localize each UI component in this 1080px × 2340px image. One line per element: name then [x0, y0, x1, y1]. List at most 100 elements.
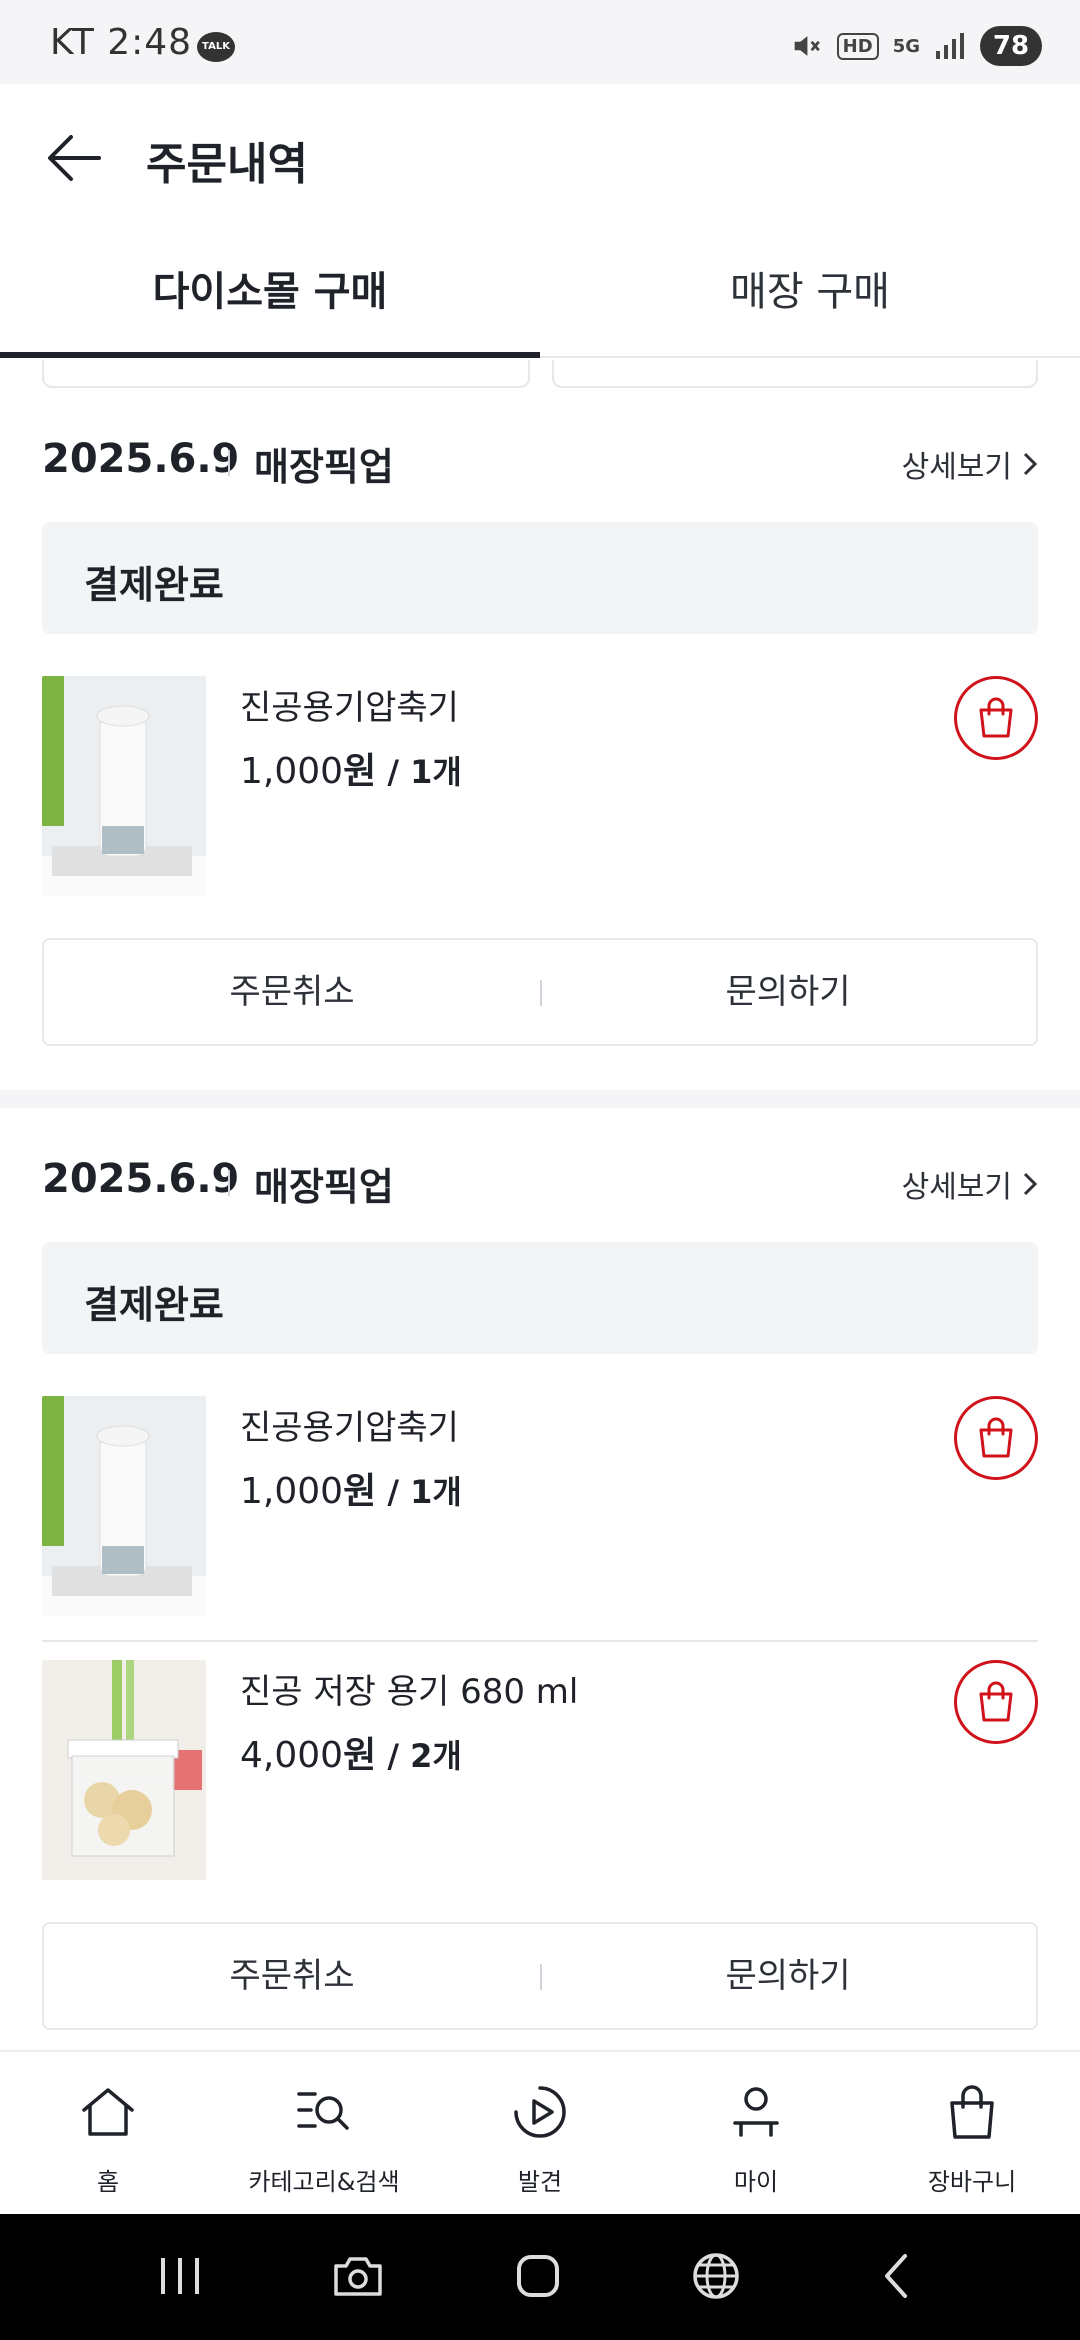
chevron-right-icon [1023, 452, 1038, 476]
product-name: 진공용기압축기 [240, 688, 459, 728]
recent-apps-button[interactable] [150, 2246, 210, 2306]
home-square-icon [517, 2255, 559, 2297]
camera-button[interactable] [328, 2246, 388, 2306]
browser-button[interactable] [686, 2246, 746, 2306]
product-image-vacuum-pump[interactable] [42, 676, 206, 896]
tab-store-purchase[interactable]: 매장 구매 [540, 234, 1080, 358]
system-navigation-bar [0, 2214, 1080, 2340]
shopping-bag-icon [979, 697, 1013, 738]
active-tab-indicator [0, 352, 540, 358]
view-details-link[interactable]: 상세보기 [902, 442, 1038, 486]
nav-category-search[interactable]: 카테고리&검색 [216, 2052, 432, 2214]
discover-play-icon [510, 2082, 570, 2142]
home-button[interactable] [508, 2246, 568, 2306]
add-to-cart-button[interactable] [954, 1396, 1038, 1480]
recent-apps-icon [161, 2258, 199, 2294]
category-search-icon [294, 2082, 354, 2142]
price-amount: 1,000 [240, 751, 344, 792]
cancel-order-button[interactable]: 주문취소 [44, 940, 540, 1044]
signal-icon [936, 33, 964, 59]
order-header: 2025.6.9 매장픽업 상세보기 [42, 414, 1038, 494]
back-arrow-icon [48, 135, 101, 181]
back-button[interactable] [42, 126, 106, 190]
order-type: 매장픽업 [254, 1165, 394, 1209]
order-actions: 주문취소 문의하기 [42, 1922, 1038, 2030]
order-status: 결제완료 [84, 563, 224, 607]
order-card: 2025.6.9 매장픽업 상세보기 결제완료 진공용기압축기 1,000원 /… [0, 1134, 1080, 2050]
view-details-label: 상세보기 [901, 450, 1012, 485]
hd-icon: HD [836, 32, 879, 60]
order-status-box: 결제완료 [42, 522, 1038, 634]
order-list[interactable]: 2025.6.9 매장픽업 상세보기 결제완료 진공용기압축기 1,000원 /… [0, 360, 1080, 2050]
nav-my-label: 마이 [733, 2168, 779, 2196]
order-tabs: 다이소몰 구매 매장 구매 [0, 234, 1080, 358]
bottom-navigation: 홈 카테고리&검색 발견 마이 장바구니 [0, 2050, 1080, 2214]
section-divider [0, 1090, 1080, 1108]
nav-cart[interactable]: 장바구니 [864, 2052, 1080, 2214]
product-name: 진공용기압축기 [240, 1408, 459, 1448]
product-image-storage-container[interactable] [42, 1660, 206, 1880]
order-item[interactable]: 진공용기압축기 1,000원 / 1개 [42, 676, 1038, 898]
order-status-box: 결제완료 [42, 1242, 1038, 1354]
price-amount: 1,000 [240, 1471, 344, 1512]
shopping-bag-icon [942, 2082, 1002, 2142]
inquiry-button[interactable]: 문의하기 [540, 940, 1036, 1044]
previous-action-button-left[interactable] [42, 360, 530, 388]
shopping-bag-icon [979, 1417, 1013, 1458]
product-name: 진공 저장 용기 680 ml [240, 1672, 579, 1712]
order-status: 결제완료 [84, 1283, 224, 1327]
product-quantity: / 1개 [376, 753, 462, 791]
order-header: 2025.6.9 매장픽업 상세보기 [42, 1134, 1038, 1214]
product-price: 1,000원 / 1개 [240, 742, 462, 794]
price-currency: 원 [343, 1471, 377, 1512]
price-currency: 원 [343, 1735, 377, 1776]
divider [228, 450, 230, 476]
carrier-time: KT 2:48 [50, 22, 193, 63]
view-details-label: 상세보기 [901, 1170, 1012, 1205]
price-currency: 원 [343, 751, 377, 792]
nav-home[interactable]: 홈 [0, 2052, 216, 2214]
product-quantity: / 1개 [376, 1473, 462, 1511]
add-to-cart-button[interactable] [954, 1660, 1038, 1744]
nav-discover[interactable]: 발견 [432, 2052, 648, 2214]
product-price: 1,000원 / 1개 [240, 1462, 462, 1514]
shopping-bag-icon [979, 1681, 1013, 1722]
mute-icon [794, 36, 820, 56]
order-date: 2025.6.9 [42, 1156, 240, 1202]
person-icon [726, 2082, 786, 2142]
inquiry-button[interactable]: 문의하기 [540, 1924, 1036, 2028]
nav-my[interactable]: 마이 [648, 2052, 864, 2214]
add-to-cart-button[interactable] [954, 676, 1038, 760]
view-details-link[interactable]: 상세보기 [902, 1162, 1038, 1206]
item-divider [42, 1640, 1038, 1642]
chevron-right-icon [1023, 1172, 1038, 1196]
nav-discover-label: 발견 [517, 2168, 563, 2196]
nav-category-search-label: 카테고리&검색 [248, 2168, 400, 2196]
divider [228, 1170, 230, 1196]
tab-daiso-mall[interactable]: 다이소몰 구매 [0, 234, 540, 358]
order-card: 2025.6.9 매장픽업 상세보기 결제완료 진공용기압축기 1,000원 /… [0, 414, 1080, 1074]
status-icons: HD 5G 78 [789, 26, 1042, 66]
camera-icon [334, 2257, 382, 2296]
battery-level: 78 [980, 26, 1042, 66]
nav-home-label: 홈 [96, 2168, 120, 2196]
order-type: 매장픽업 [254, 445, 394, 489]
back-chevron-icon [885, 2254, 907, 2298]
network-5g-icon: 5G [892, 35, 920, 57]
page-title: 주문내역 [146, 139, 308, 190]
product-quantity: / 2개 [376, 1737, 462, 1775]
order-item[interactable]: 진공 저장 용기 680 ml 4,000원 / 2개 [42, 1660, 1038, 1882]
talk-notification-icon: TALK [197, 32, 235, 62]
order-date: 2025.6.9 [42, 436, 240, 482]
price-amount: 4,000 [240, 1735, 344, 1776]
system-back-button[interactable] [866, 2246, 926, 2306]
previous-action-button-right[interactable] [552, 360, 1038, 388]
nav-cart-label: 장바구니 [927, 2168, 1017, 2196]
product-price: 4,000원 / 2개 [240, 1726, 462, 1778]
globe-icon [693, 2253, 739, 2299]
cancel-order-button[interactable]: 주문취소 [44, 1924, 540, 2028]
app-header: 주문내역 [0, 84, 1080, 234]
product-image-vacuum-pump[interactable] [42, 1396, 206, 1616]
order-item[interactable]: 진공용기압축기 1,000원 / 1개 [42, 1396, 1038, 1618]
order-actions: 주문취소 문의하기 [42, 938, 1038, 1046]
